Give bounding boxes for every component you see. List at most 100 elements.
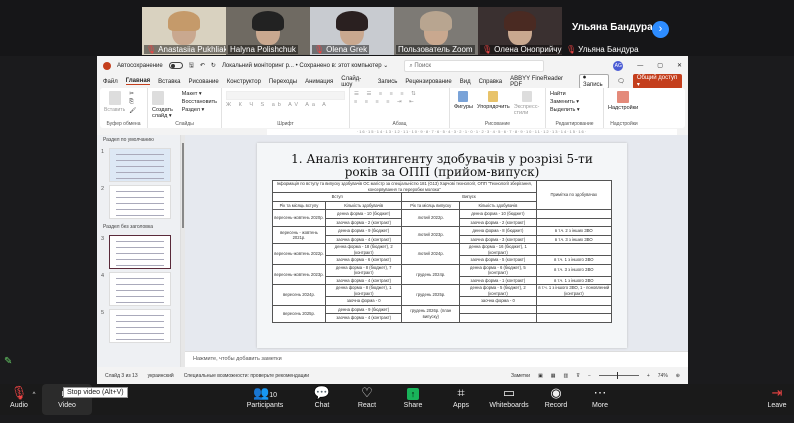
fit-slide-icon[interactable]: ⊕ xyxy=(676,373,680,379)
chat-button[interactable]: 💬 Chat xyxy=(308,384,336,415)
autosave-toggle[interactable] xyxy=(168,62,183,69)
slide-thumbnail[interactable]: 1 xyxy=(101,148,171,182)
undo-icon[interactable]: ↶ xyxy=(200,62,205,69)
save-icon[interactable]: 🖫 xyxy=(189,61,194,71)
format-painter-icon[interactable]: 🖌 xyxy=(129,108,136,114)
react-button[interactable]: ♡ React xyxy=(352,384,382,415)
whiteboards-button[interactable]: ▭ Whiteboards xyxy=(484,384,534,415)
layout-button[interactable]: Макет ▾ xyxy=(182,91,217,97)
tab-10[interactable]: Вид xyxy=(460,79,471,85)
accessibility-status[interactable]: Специальные возможности: проверьте реком… xyxy=(184,373,309,379)
language-indicator[interactable]: украинский xyxy=(148,373,174,379)
notes-input[interactable]: Нажмите, чтобы добавить заметки xyxy=(185,351,688,367)
font-format-buttons[interactable]: Ж К Ч S ab AV Aa A xyxy=(226,102,345,108)
new-slide-button[interactable]: Создать слайд ▾ xyxy=(152,107,178,119)
slide-thumbnail[interactable]: 2 xyxy=(101,185,171,219)
tab-9[interactable]: Рецензирование xyxy=(405,79,451,85)
exit-count-cell: денна форма - 10 (бюджет) xyxy=(459,209,537,219)
tab-3[interactable]: Рисование xyxy=(188,79,218,85)
record-button[interactable]: ⏺ Запись xyxy=(578,74,610,89)
participant-name-text: Ульяна Бандура xyxy=(578,45,639,54)
tab-7[interactable]: Слайд-шоу xyxy=(341,76,369,88)
notes-toggle[interactable]: Заметки xyxy=(511,373,530,379)
record-button[interactable]: ◉ Record xyxy=(542,384,570,415)
group-addins: Надстройки xyxy=(610,121,638,127)
align-buttons[interactable]: ≡ ≡ ≡ ≡ ⇥ ⇤ xyxy=(354,99,419,105)
exit-count-cell: денна форма - 5 (бюджет), 2 (контракт) xyxy=(459,284,537,297)
mic-muted-icon: 🎙 xyxy=(10,385,28,400)
leave-button[interactable]: ⇥ Leave xyxy=(764,384,790,415)
addins-button[interactable]: Надстройки xyxy=(608,105,638,111)
quick-styles-icon[interactable] xyxy=(522,91,533,102)
audio-options-caret[interactable]: ^ xyxy=(30,392,38,423)
apps-button[interactable]: ⌗ Apps xyxy=(446,384,476,415)
comments-icon[interactable]: 🗨 xyxy=(617,78,625,85)
list-buttons[interactable]: ☰ ☰ ≡ ≡ ≡ ⇅ xyxy=(354,91,419,97)
replace-button[interactable]: Заменить ▾ xyxy=(550,99,580,105)
maximize-button[interactable]: ▢ xyxy=(657,62,663,69)
share-button[interactable]: Общий доступ ▾ xyxy=(632,74,682,89)
zoom-slider[interactable] xyxy=(598,372,639,379)
reading-view-icon[interactable]: ▥ xyxy=(564,373,569,379)
paste-button[interactable]: Вставить xyxy=(104,107,125,113)
minimize-button[interactable]: — xyxy=(637,63,643,69)
current-slide[interactable]: 1. Аналіз контингенту здобувачів у розрі… xyxy=(257,143,627,348)
zoom-in-button[interactable]: + xyxy=(647,373,650,379)
entry-count-cell: денна форма - 8 (бюджет), 1 (контракт) xyxy=(324,284,403,297)
normal-view-icon[interactable]: ▣ xyxy=(538,373,543,379)
arrange-button[interactable]: Упорядочить xyxy=(477,104,510,110)
tab-0[interactable]: Файл xyxy=(103,79,118,85)
exit-date-cell: лютий 2024р. xyxy=(401,243,461,265)
slide-thumbnail[interactable]: 4 xyxy=(101,272,171,306)
tab-2[interactable]: Вставка xyxy=(158,79,180,85)
avatar[interactable]: AG xyxy=(613,60,624,71)
annotate-pen-icon[interactable]: ✎ xyxy=(4,356,12,367)
participant-tile[interactable]: Halyna Polishchuk xyxy=(226,7,310,55)
sorter-view-icon[interactable]: ▦ xyxy=(551,373,556,379)
participant-tile[interactable]: 🎙 Олена Оноприйчук xyxy=(478,7,562,55)
audio-button[interactable]: 🎙 Audio xyxy=(6,384,32,415)
shapes-button[interactable]: Фигуры xyxy=(454,104,473,110)
participants-button[interactable]: 👥10 Participants xyxy=(240,384,290,415)
note-cell xyxy=(535,296,613,306)
slide-thumbnail[interactable]: 5 xyxy=(101,309,171,343)
tab-5[interactable]: Переходы xyxy=(269,79,297,85)
tab-6[interactable]: Анимация xyxy=(305,79,333,85)
exit-count-cell: денна форма - 6 (бюджет), 5 (контракт) xyxy=(459,263,537,277)
tab-8[interactable]: Запись xyxy=(378,79,398,85)
cut-icon[interactable]: ✂ xyxy=(129,91,136,97)
section-header[interactable]: Раздел без заголовка xyxy=(97,222,180,232)
tab-1[interactable]: Главная xyxy=(125,78,151,85)
arrange-icon[interactable] xyxy=(488,91,499,102)
shapes-icon[interactable] xyxy=(458,91,469,102)
tab-4[interactable]: Конструктор xyxy=(227,79,261,85)
copy-icon[interactable]: ⎘ xyxy=(129,99,136,106)
next-page-button[interactable]: › xyxy=(652,21,669,38)
section-button[interactable]: Раздел ▾ xyxy=(182,107,217,113)
paste-icon[interactable] xyxy=(108,91,121,105)
entry-date-cell: вересень - жовтень 2021р. xyxy=(272,226,326,244)
font-select[interactable] xyxy=(226,91,345,100)
slide-thumbnail[interactable]: 3 xyxy=(101,235,171,269)
tab-11[interactable]: Справка xyxy=(479,79,503,85)
more-button[interactable]: ⋯ More xyxy=(586,384,614,415)
participant-tile[interactable]: Пользователь Zoom xyxy=(394,7,478,55)
participant-tile[interactable]: 🎙 Olena Grek xyxy=(310,7,394,55)
share-button[interactable]: ↑ Share xyxy=(398,384,428,415)
addins-icon[interactable] xyxy=(617,91,630,103)
new-slide-icon[interactable] xyxy=(152,91,164,105)
quick-styles-button[interactable]: Экспресс-стили xyxy=(514,104,541,116)
zoom-out-button[interactable]: − xyxy=(588,373,591,379)
select-button[interactable]: Выделить ▾ xyxy=(550,107,580,113)
slideshow-icon[interactable]: ⊽ xyxy=(576,373,580,379)
close-button[interactable]: ✕ xyxy=(677,62,682,69)
doc-title[interactable]: Локальний моніторинг р... • Сохранено в:… xyxy=(222,62,388,69)
section-header[interactable]: Раздел по умолчанию xyxy=(97,135,180,145)
find-button[interactable]: Найти xyxy=(550,91,580,97)
redo-icon[interactable]: ↻ xyxy=(211,62,216,69)
reset-button[interactable]: Восстановить xyxy=(182,99,217,105)
tab-12[interactable]: ABBYY FineReader PDF xyxy=(510,76,571,88)
participant-tile[interactable]: 🎙 Anastasiia Pukhliak xyxy=(142,7,226,55)
zoom-level[interactable]: 74% xyxy=(658,373,668,379)
search-input[interactable]: ⌕ Поиск xyxy=(404,59,545,72)
